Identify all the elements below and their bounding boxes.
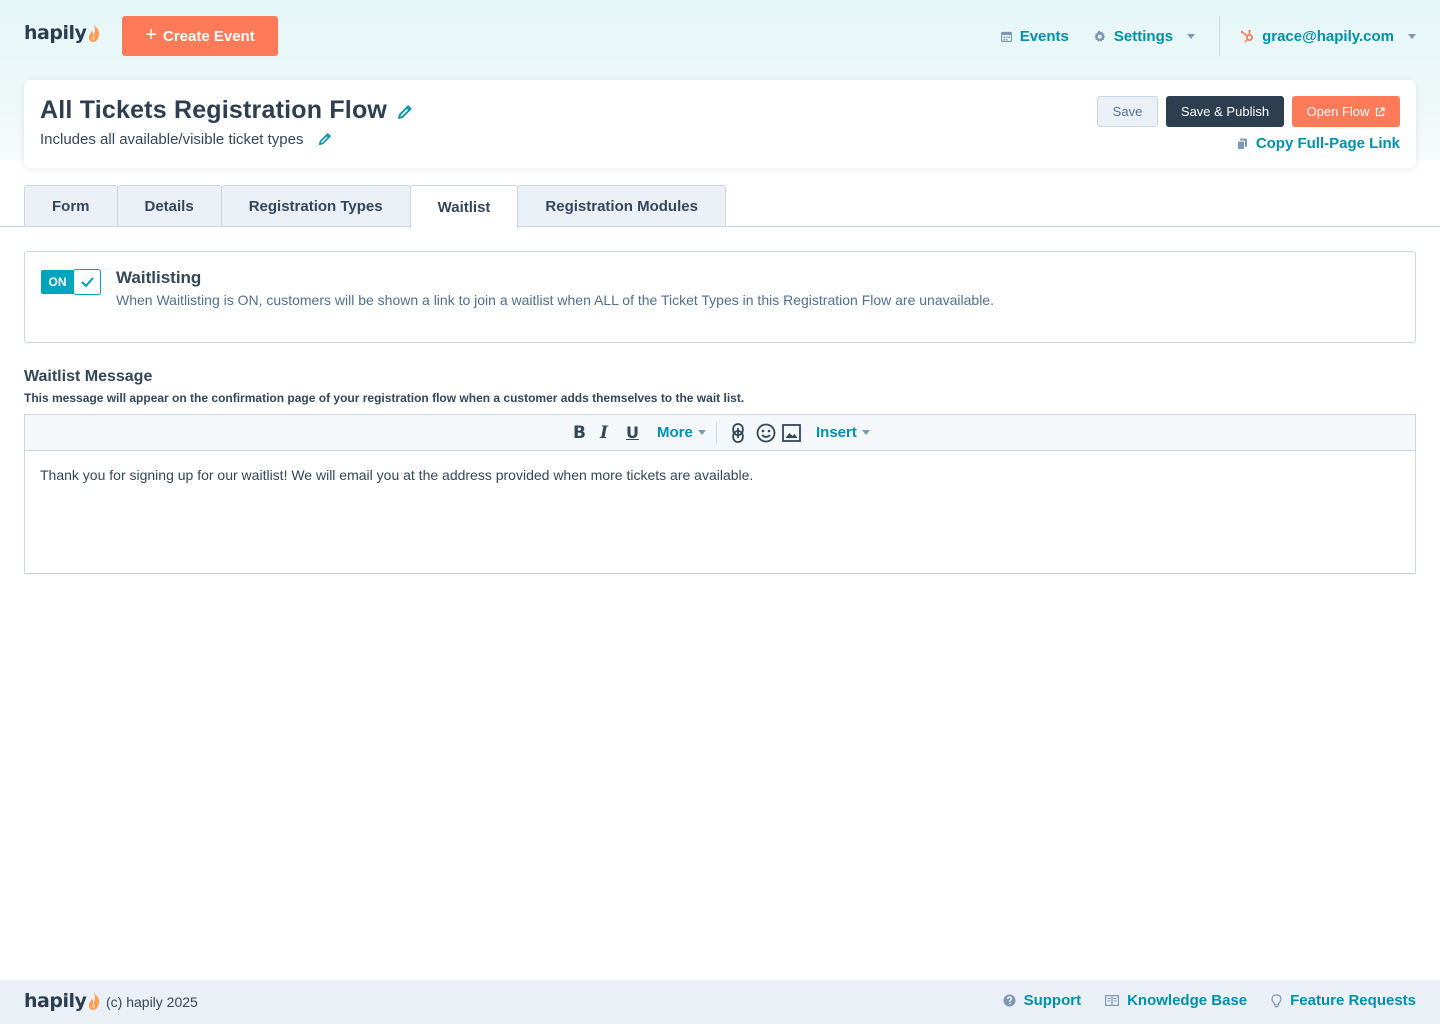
waitlist-message-description: This message will appear on the confirma… (24, 391, 745, 405)
waitlisting-title: Waitlisting (116, 268, 202, 287)
save-button[interactable]: Save (1097, 96, 1158, 127)
create-event-label: Create Event (162, 27, 255, 45)
tab-form[interactable]: Form (24, 185, 118, 227)
chevron-down-icon (1187, 33, 1196, 39)
support-label: Support (1023, 992, 1082, 1009)
plus-icon: + (145, 24, 157, 46)
link-icon (732, 422, 744, 443)
footer-logo: hapily (24, 990, 101, 1012)
more-label: More (657, 424, 693, 441)
open-flow-button[interactable]: Open Flow (1292, 96, 1400, 127)
page-footer: hapily (c) hapily 2025 Support Knowledge… (0, 980, 1440, 1024)
tab-waitlist[interactable]: Waitlist (409, 185, 519, 228)
italic-button[interactable]: I (600, 415, 608, 450)
emoji-icon (756, 423, 776, 442)
checkmark-icon (81, 277, 93, 287)
page-title: All Tickets Registration Flow (40, 96, 388, 124)
bold-button[interactable]: B (573, 415, 586, 450)
image-button[interactable] (782, 415, 801, 450)
toggle-knob (73, 269, 101, 295)
chevron-down-icon (1408, 33, 1416, 39)
more-dropdown[interactable]: More (657, 415, 706, 450)
editor-toolbar: B I U More Insert (25, 415, 1415, 451)
waitlisting-description: When Waitlisting is ON, customers will b… (116, 292, 994, 308)
tab-details[interactable]: Details (116, 185, 222, 227)
rich-text-editor: B I U More Insert Thank you for signing … (24, 414, 1416, 574)
footer-knowledge-base-link[interactable]: Knowledge Base (1105, 992, 1247, 1009)
tab-registration-modules[interactable]: Registration Modules (517, 185, 726, 227)
copy-icon (1236, 138, 1247, 150)
toolbar-divider (716, 422, 717, 444)
gear-icon (1094, 30, 1106, 42)
tab-bar: Form Details Registration Types Waitlist… (24, 185, 726, 228)
insert-dropdown[interactable]: Insert (816, 415, 870, 450)
waitlist-message-title: Waitlist Message (24, 368, 153, 385)
flow-header-card: All Tickets Registration Flow Includes a… (24, 80, 1416, 168)
flame-icon (89, 24, 100, 42)
flame-icon (89, 992, 100, 1010)
nav-settings[interactable]: Settings (1093, 27, 1196, 45)
link-button[interactable] (732, 415, 744, 450)
pencil-icon[interactable] (397, 104, 413, 120)
toggle-on-label: ON (41, 270, 74, 294)
hubspot-icon (1240, 29, 1254, 43)
footer-support-link[interactable]: Support (1003, 992, 1082, 1009)
user-email: grace@hapily.com (1262, 27, 1394, 45)
emoji-button[interactable] (756, 415, 776, 450)
create-event-button[interactable]: + Create Event (122, 16, 278, 56)
editor-content[interactable]: Thank you for signing up for our waitlis… (25, 451, 1415, 499)
nav-divider (1219, 16, 1221, 56)
nav-links: Events Settings grace@hapily.com (1000, 16, 1416, 56)
open-flow-label: Open Flow (1306, 104, 1370, 119)
chevron-down-icon (861, 430, 870, 435)
user-menu[interactable]: grace@hapily.com (1240, 28, 1416, 45)
pencil-icon[interactable] (318, 132, 332, 146)
logo-text: hapily (24, 22, 87, 44)
nav-events-label: Events (1019, 27, 1069, 45)
chevron-down-icon (697, 430, 706, 435)
feature-requests-label: Feature Requests (1290, 992, 1416, 1009)
footer-links: Support Knowledge Base Feature Requests (1003, 992, 1416, 1009)
footer-feature-requests-link[interactable]: Feature Requests (1271, 992, 1416, 1009)
nav-events[interactable]: Events (1000, 27, 1069, 45)
underline-button[interactable]: U (626, 415, 639, 450)
question-circle-icon (1003, 994, 1016, 1007)
tab-underline (0, 226, 1440, 227)
knowledge-base-label: Knowledge Base (1127, 992, 1248, 1009)
lightbulb-icon (1271, 993, 1282, 1007)
tab-registration-types[interactable]: Registration Types (220, 185, 411, 227)
hapily-logo[interactable]: hapily (24, 22, 101, 44)
calendar-icon (1000, 31, 1012, 42)
external-link-icon (1376, 106, 1386, 116)
copy-link-label: Copy Full-Page Link (1255, 135, 1400, 152)
waitlisting-toggle[interactable]: ON (41, 269, 101, 295)
top-navigation: hapily + Create Event Events Settings gr… (0, 0, 1440, 72)
save-publish-button[interactable]: Save & Publish (1166, 96, 1284, 127)
copy-link-button[interactable]: Copy Full-Page Link (1236, 135, 1400, 152)
footer-logo-text: hapily (24, 990, 87, 1012)
waitlisting-card: ON Waitlisting When Waitlisting is ON, c… (24, 251, 1416, 343)
book-icon (1105, 995, 1120, 1006)
nav-settings-label: Settings (1113, 27, 1174, 45)
insert-label: Insert (816, 424, 857, 441)
page-subtitle: Includes all available/visible ticket ty… (40, 131, 304, 148)
footer-copyright: (c) hapily 2025 (106, 994, 198, 1010)
image-icon (782, 423, 801, 442)
